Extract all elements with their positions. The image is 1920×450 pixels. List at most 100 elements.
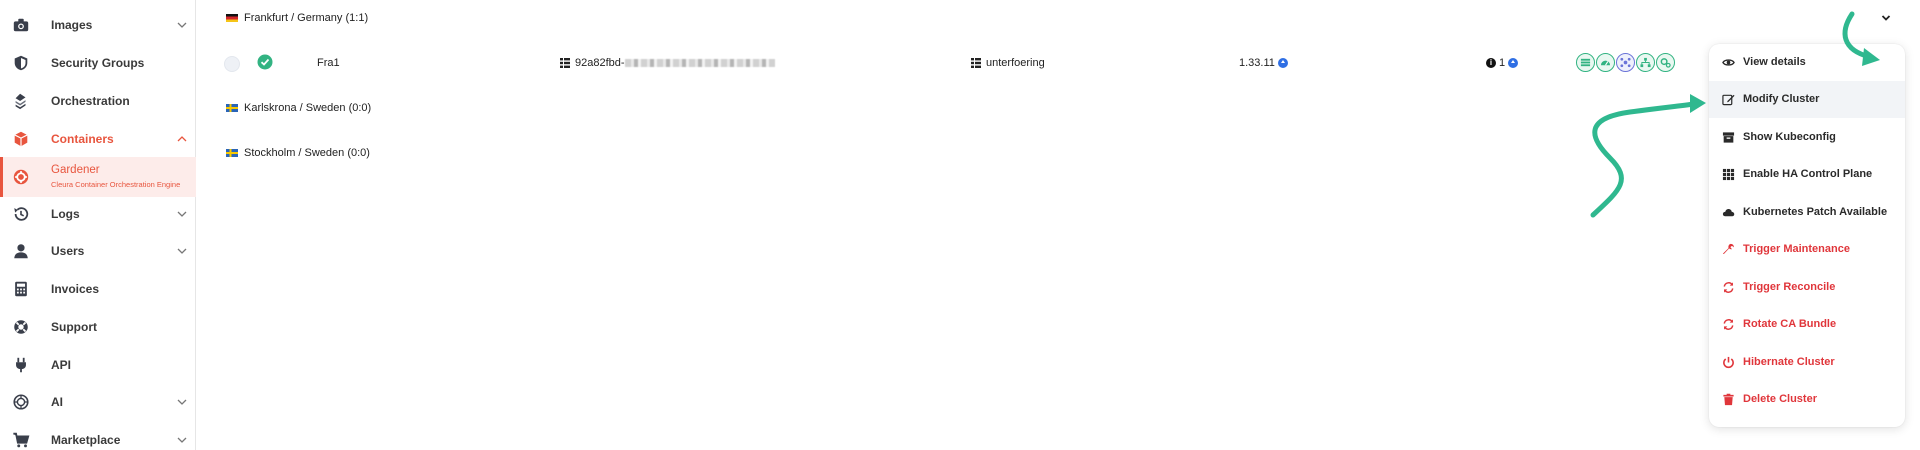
region-count: (0:0) <box>348 102 372 114</box>
sidebar-item-label: Users <box>51 244 85 258</box>
sidebar-item-label: Security Groups <box>51 56 145 70</box>
plug-icon <box>12 356 30 374</box>
region-name: Stockholm / Sweden <box>244 147 345 159</box>
sidebar-item-gardener[interactable]: Gardener Cleura Container Orchestration … <box>0 157 196 197</box>
gear-icon <box>12 168 30 186</box>
menu-item-rotate-ca-bundle[interactable]: Rotate CA Bundle <box>1709 306 1905 343</box>
history-icon <box>12 205 30 223</box>
info-count: i1 <box>1486 57 1519 69</box>
layers-icon <box>12 92 30 110</box>
wrench-icon <box>1723 243 1734 255</box>
sweden-flag-icon <box>226 104 238 112</box>
sidebar-item-users[interactable]: Users <box>0 235 196 267</box>
arrow-to-modify-cluster <box>1590 94 1706 218</box>
info-icon: i <box>1486 58 1496 69</box>
addon-list-icon[interactable] <box>1576 53 1595 72</box>
sidebar-item-orchestration[interactable]: Orchestration <box>0 85 196 117</box>
cloud-icon <box>1722 208 1735 217</box>
cluster-id-redacted <box>624 59 775 68</box>
chevron-up-icon <box>177 136 187 142</box>
region-count: (0:0) <box>347 147 370 159</box>
sidebar: Images Security Groups Orchestration Con… <box>0 0 196 450</box>
region-header-stockholm[interactable]: Stockholm / Sweden (0:0) <box>226 143 370 163</box>
camera-icon <box>12 16 30 34</box>
addon-network-icon[interactable] <box>1616 53 1635 72</box>
menu-item-modify-cluster[interactable]: Modify Cluster <box>1709 81 1905 118</box>
calculator-icon <box>12 280 30 298</box>
sync-icon <box>1723 319 1734 330</box>
cluster-name: Fra1 <box>317 57 340 69</box>
trash-icon <box>1723 393 1734 406</box>
row-select-radio[interactable] <box>224 56 240 72</box>
menu-item-trigger-reconcile[interactable]: Trigger Reconcile <box>1709 269 1905 306</box>
sidebar-item-label: Support <box>51 320 97 334</box>
user-icon <box>12 242 30 260</box>
chevron-down-icon[interactable] <box>1880 12 1892 24</box>
eye-icon <box>1722 59 1735 66</box>
sidebar-item-label: Containers <box>51 132 114 146</box>
addon-settings-icon[interactable] <box>1656 53 1675 72</box>
chevron-down-icon <box>177 211 187 217</box>
sidebar-item-sublabel: Cleura Container Orchestration Engine <box>51 180 181 189</box>
cart-icon <box>12 431 30 449</box>
upgrade-available-icon[interactable] <box>1277 58 1288 69</box>
sidebar-item-marketplace[interactable]: Marketplace <box>0 424 196 450</box>
sidebar-item-label: Invoices <box>51 282 100 296</box>
project-label: unterfoering <box>986 57 1045 69</box>
sweden-flag-icon <box>226 149 238 157</box>
chevron-down-icon <box>177 437 187 443</box>
k8s-version: 1.33.11 <box>1239 57 1288 69</box>
region-name: Karlskrona / Sweden <box>244 102 346 114</box>
sidebar-item-invoices[interactable]: Invoices <box>0 273 196 305</box>
project-name: unterfoering <box>971 57 1045 69</box>
sidebar-item-api[interactable]: API <box>0 349 196 381</box>
sidebar-item-images[interactable]: Images <box>0 9 196 41</box>
sidebar-item-containers[interactable]: Containers <box>0 123 196 155</box>
sidebar-item-label: API <box>51 358 72 372</box>
chevron-down-icon <box>177 399 187 405</box>
sidebar-item-label: Gardener <box>51 164 100 176</box>
menu-item-trigger-maintenance[interactable]: Trigger Maintenance <box>1709 231 1905 268</box>
menu-item-hibernate-cluster[interactable]: Hibernate Cluster <box>1709 344 1905 381</box>
menu-item-show-kubeconfig[interactable]: Show Kubeconfig <box>1709 119 1905 156</box>
brain-icon <box>12 393 30 411</box>
sidebar-item-label: Images <box>51 18 93 32</box>
upgrade-available-icon[interactable] <box>1508 58 1519 69</box>
sidebar-item-label: Marketplace <box>51 433 121 447</box>
sidebar-item-label: Orchestration <box>51 94 130 108</box>
sidebar-item-label: Logs <box>51 207 80 221</box>
sidebar-item-support[interactable]: Support <box>0 311 196 343</box>
cluster-id: 92a82fbd- <box>560 57 775 69</box>
menu-item-kubernetes-patch-available[interactable]: Kubernetes Patch Available <box>1709 194 1905 231</box>
list-icon <box>971 58 981 69</box>
addon-dashboard-icon[interactable] <box>1596 53 1615 72</box>
menu-item-enable-ha-control-plane[interactable]: Enable HA Control Plane <box>1709 156 1905 193</box>
archive-icon <box>1722 132 1735 143</box>
sidebar-item-ai[interactable]: AI <box>0 386 196 418</box>
addon-hierarchy-icon[interactable] <box>1636 53 1655 72</box>
info-count-value: 1 <box>1499 57 1506 69</box>
lifebuoy-icon <box>12 318 30 336</box>
shield-icon <box>12 54 30 72</box>
chevron-down-icon <box>177 22 187 28</box>
region-name: Frankfurt / Germany <box>244 12 343 24</box>
power-icon <box>1723 356 1734 369</box>
check-circle-icon <box>257 54 273 70</box>
sidebar-item-logs[interactable]: Logs <box>0 198 196 230</box>
sidebar-item-security-groups[interactable]: Security Groups <box>0 47 196 79</box>
menu-item-view-details[interactable]: View details <box>1709 44 1905 81</box>
edit-icon <box>1722 94 1735 106</box>
grid-icon <box>1722 168 1735 181</box>
region-header-frankfurt[interactable]: Frankfurt / Germany (1:1) <box>226 8 368 28</box>
cluster-actions-menu: View details Modify Cluster Show Kubecon… <box>1709 44 1905 427</box>
region-header-karlskrona[interactable]: Karlskrona / Sweden (0:0) <box>226 98 371 118</box>
list-icon <box>560 58 570 69</box>
app-root: Images Security Groups Orchestration Con… <box>0 0 1920 450</box>
germany-flag-icon <box>226 14 238 22</box>
sidebar-item-label: AI <box>51 395 63 409</box>
version-value: 1.33.11 <box>1239 57 1275 69</box>
menu-item-delete-cluster[interactable]: Delete Cluster <box>1709 381 1905 418</box>
cluster-id-prefix: 92a82fbd- <box>575 57 625 69</box>
sync-icon <box>1723 282 1734 293</box>
box-icon <box>12 130 30 148</box>
